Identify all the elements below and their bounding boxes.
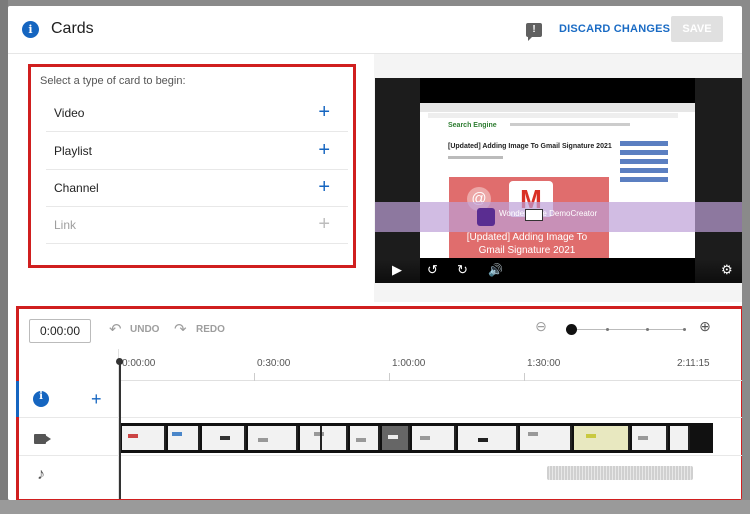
card-type-label: Channel — [54, 181, 99, 195]
video-track[interactable] — [120, 423, 713, 453]
cards-dialog: i Cards ! DISCARD CHANGES SAVE Select a … — [8, 6, 742, 500]
undo-icon[interactable]: ↶ — [109, 322, 122, 338]
envelope-icon — [525, 209, 543, 221]
card-type-label: Playlist — [54, 144, 93, 158]
audio-track-waveform[interactable] — [547, 466, 693, 480]
playhead[interactable] — [119, 361, 121, 499]
feedback-icon[interactable]: ! — [526, 23, 542, 41]
tick-label: 0:00:00 — [122, 358, 156, 369]
site-heading: [Updated] Adding Image To Gmail Signatur… — [448, 143, 612, 150]
undo-button[interactable]: UNDO — [130, 324, 159, 335]
timeline-panel: 0:00:00 ↶ UNDO ↷ REDO ⊖ ⊕ 0:00:00 0:30:0… — [16, 306, 742, 500]
card-type-channel[interactable]: Channel + — [46, 170, 348, 207]
background-page — [0, 0, 8, 514]
site-meta — [448, 156, 503, 159]
volume-icon[interactable]: 🔊 — [488, 262, 503, 278]
track-divider — [19, 417, 742, 418]
background-footer — [0, 500, 750, 514]
settings-gear-icon[interactable]: ⚙ — [721, 262, 733, 278]
card-type-playlist[interactable]: Playlist + — [46, 133, 348, 170]
card-type-prompt: Select a type of card to begin: — [40, 75, 186, 87]
zoom-out-icon[interactable]: ⊖ — [533, 318, 549, 334]
add-link-card-icon: + — [318, 213, 330, 235]
democreator-logo-icon — [477, 208, 495, 226]
add-card-icon[interactable]: + — [91, 390, 102, 408]
card-type-label: Link — [54, 218, 77, 232]
redo-button[interactable]: REDO — [196, 324, 225, 335]
add-video-card-icon[interactable]: + — [318, 100, 330, 124]
zoom-in-icon[interactable]: ⊕ — [697, 318, 713, 334]
play-icon[interactable]: ▶ — [392, 262, 402, 278]
tick-label: 1:00:00 — [392, 358, 426, 369]
browser-address-bar — [428, 113, 678, 118]
current-time-input[interactable]: 0:00:00 — [29, 319, 91, 343]
add-playlist-card-icon[interactable]: + — [318, 138, 330, 162]
card-type-video[interactable]: Video + — [46, 95, 348, 132]
rewind-icon[interactable]: ↺ — [427, 262, 438, 278]
tick-label: 1:30:00 — [527, 358, 561, 369]
tick-label: 0:30:00 — [257, 358, 291, 369]
music-note-icon: ♪ — [37, 466, 45, 483]
active-track-indicator — [16, 381, 19, 417]
video-player[interactable]: Search Engine [Updated] Adding Image To … — [375, 78, 742, 283]
tick-label: 2:11:15 — [677, 358, 710, 369]
watermark-text: Wondershare DemoCreator — [499, 209, 598, 218]
site-logo: Search Engine — [448, 122, 497, 129]
zoom-slider-handle[interactable] — [566, 324, 577, 335]
video-frame: Search Engine [Updated] Adding Image To … — [420, 78, 695, 283]
timeline-ruler[interactable]: 0:00:00 0:30:00 1:00:00 1:30:00 2:11:15 — [119, 349, 742, 381]
video-camera-icon — [34, 434, 51, 444]
dialog-title: Cards — [51, 20, 94, 37]
add-channel-card-icon[interactable]: + — [318, 175, 330, 199]
playhead-handle[interactable] — [116, 358, 123, 365]
video-screenshot-content: Search Engine [Updated] Adding Image To … — [420, 103, 695, 258]
track-divider — [19, 455, 742, 456]
card-type-link: Link + — [46, 207, 348, 244]
site-sidebar — [620, 141, 670, 201]
hero-caption: [Updated] Adding Image To Gmail Signatur… — [466, 232, 588, 256]
save-button[interactable]: SAVE — [671, 16, 723, 42]
forward-icon[interactable]: ↻ — [457, 262, 468, 278]
zoom-slider[interactable] — [571, 328, 686, 331]
cards-track-info-icon: i — [33, 391, 49, 407]
card-type-label: Video — [54, 106, 85, 120]
info-icon[interactable]: i — [22, 21, 39, 38]
site-nav — [510, 123, 630, 126]
card-type-panel: Select a type of card to begin: Video + … — [28, 64, 356, 268]
dialog-header: i Cards ! DISCARD CHANGES SAVE — [8, 6, 742, 54]
discard-changes-button[interactable]: DISCARD CHANGES — [559, 23, 670, 35]
browser-tab-bar — [420, 103, 695, 112]
redo-icon[interactable]: ↷ — [174, 322, 187, 338]
